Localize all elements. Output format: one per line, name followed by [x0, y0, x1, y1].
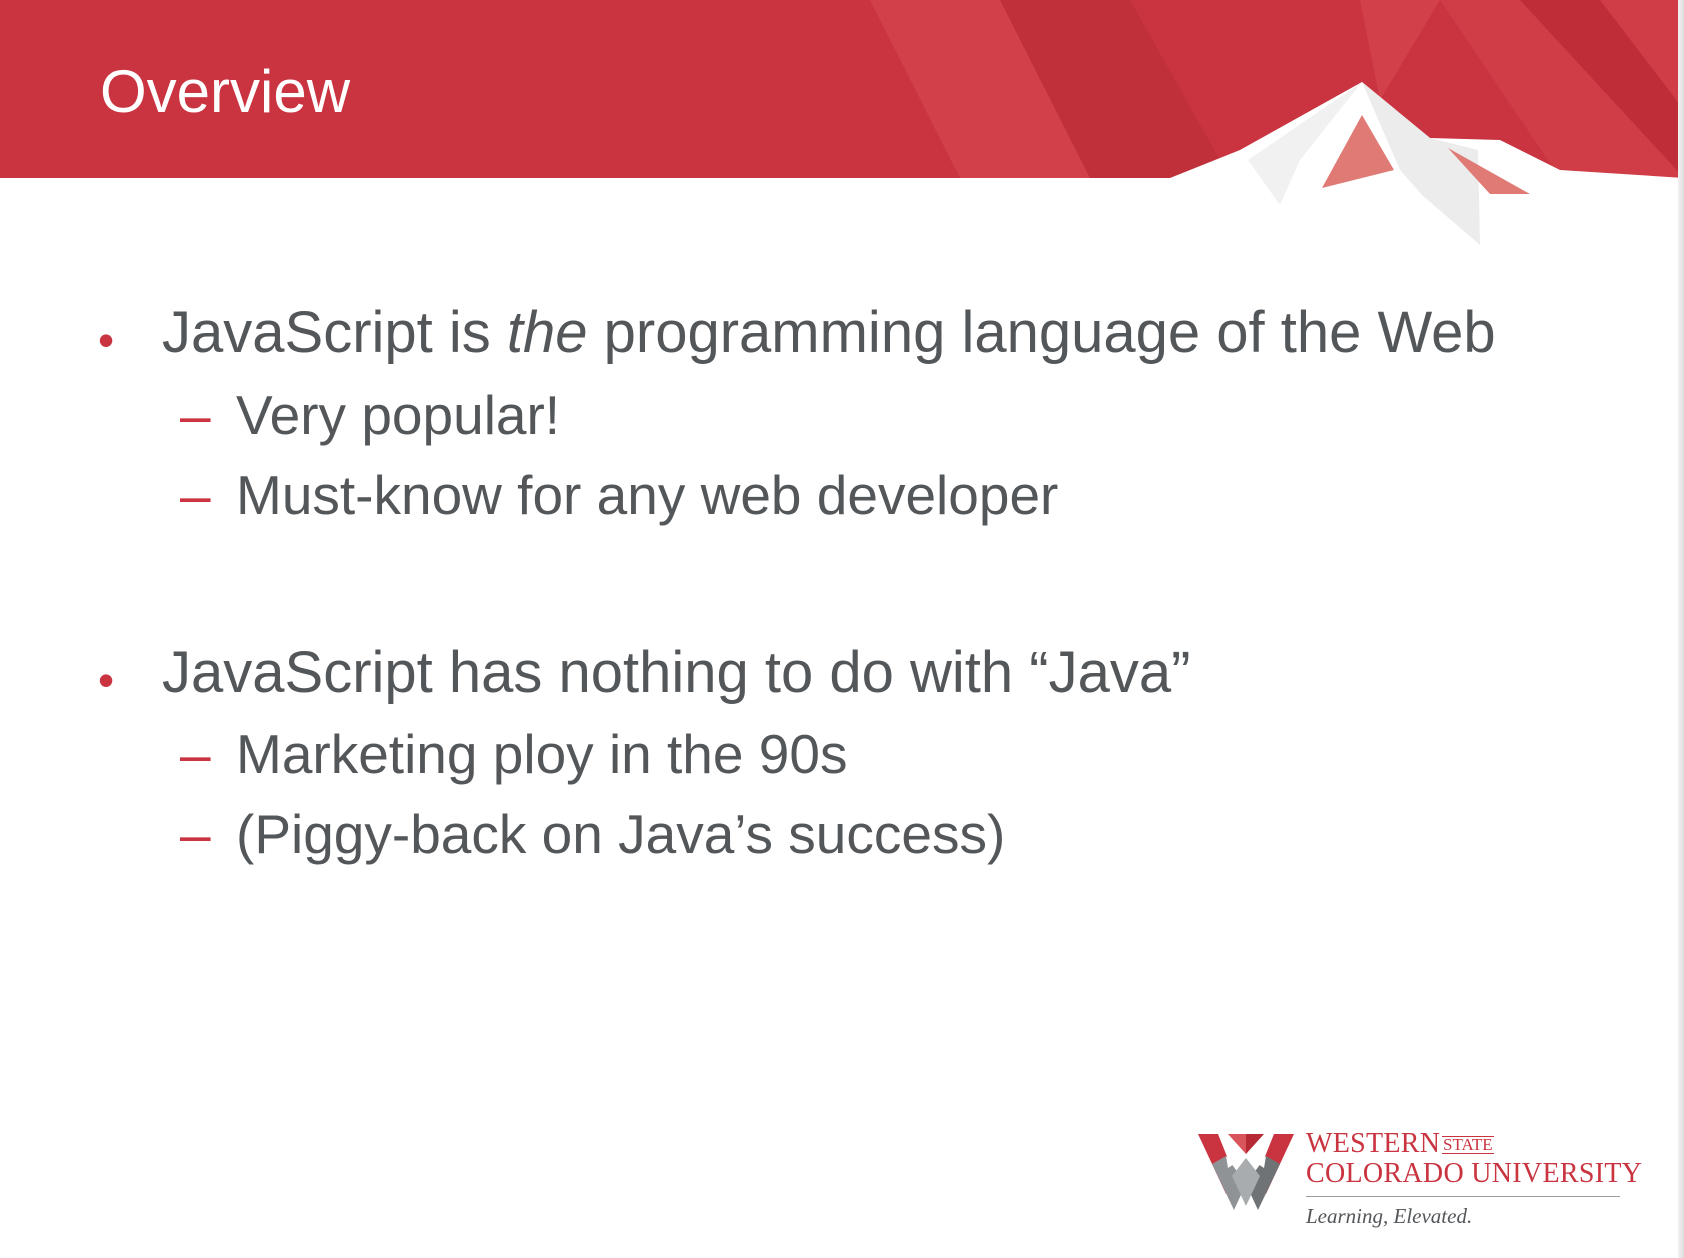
sub-bullet-item: – Marketing ploy in the 90s [96, 721, 1596, 787]
bullet-text-part: programming language of the Web [587, 300, 1496, 365]
bullet-text: JavaScript is the programming language o… [162, 300, 1496, 365]
sub-bullet-item: – Very popular! [96, 382, 1596, 448]
logo-tagline: Learning, Elevated. [1306, 1204, 1473, 1228]
logo-state-text: STATE [1442, 1135, 1494, 1154]
sub-bullet-dash-icon: – [180, 383, 211, 446]
sub-bullet-text: Very popular! [236, 383, 561, 446]
bullet-spacer [96, 528, 1596, 638]
sub-bullet-text: Marketing ploy in the 90s [236, 723, 848, 786]
w-mountain-logo-icon [1198, 1134, 1294, 1210]
sub-bullet-dash-icon: – [180, 803, 211, 866]
bullet-text-part: JavaScript has nothing to do with “Java” [162, 639, 1191, 705]
logo-western-text: WESTERN [1306, 1128, 1441, 1159]
bullet-item: • JavaScript is the programming language… [96, 298, 1596, 368]
slide-title: Overview [100, 58, 351, 125]
sub-bullet-item: – (Piggy-back on Java’s success) [96, 801, 1596, 867]
slide: Overview • JavaScript is the programming… [0, 0, 1684, 1258]
sub-bullet-text: (Piggy-back on Java’s success) [236, 803, 1006, 866]
slide-edge-shadow [1678, 0, 1684, 1258]
bullet-item: • JavaScript has nothing to do with “Jav… [96, 638, 1596, 708]
bullet-text-part: JavaScript is [162, 300, 507, 365]
logo-divider [1306, 1196, 1620, 1197]
bullet-dot-icon: • [98, 653, 115, 706]
bullet-dot-icon: • [98, 314, 115, 366]
bullet-text-emphasis: the [506, 300, 588, 365]
sub-bullet-text: Must-know for any web developer [236, 463, 1059, 526]
sub-bullet-item: – Must-know for any web developer [96, 462, 1596, 528]
logo-colorado-university-text: COLORADO UNIVERSITY [1306, 1158, 1643, 1189]
university-logo: WESTERN STATE COLORADO UNIVERSITY Learni… [1198, 1126, 1642, 1236]
sub-bullet-dash-icon: – [180, 463, 211, 526]
slide-content: • JavaScript is the programming language… [96, 298, 1596, 867]
sub-bullet-dash-icon: – [180, 723, 211, 786]
bullet-text: JavaScript has nothing to do with “Java” [162, 640, 1190, 705]
